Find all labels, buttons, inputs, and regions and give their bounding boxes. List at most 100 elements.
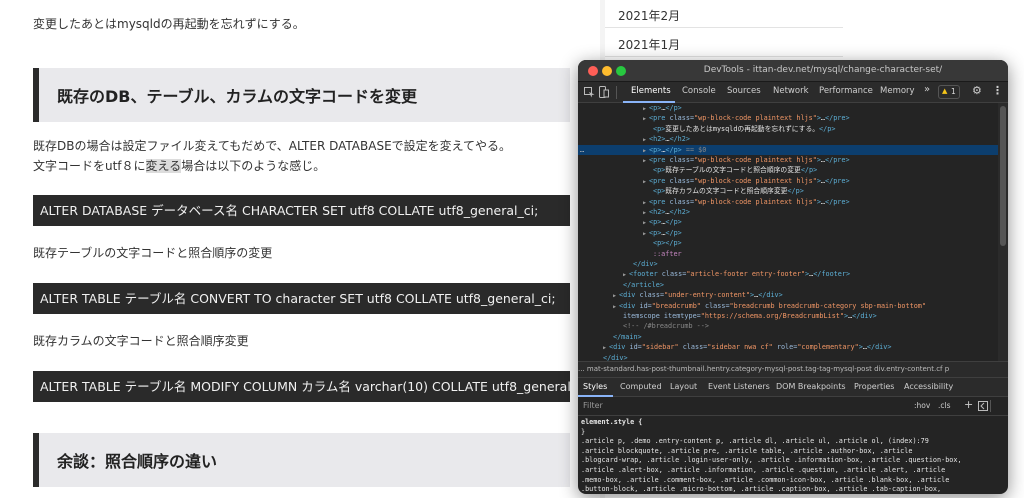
markup-token: </h2> — [669, 135, 690, 144]
dom-node-row[interactable]: ▶ <pre class="wp-block-code plaintext hl… — [578, 113, 998, 123]
dom-node-row[interactable]: ::after — [578, 249, 998, 259]
hover-state-toggle[interactable]: :hov — [914, 401, 930, 410]
css-rule-line[interactable]: } — [581, 428, 585, 437]
markup-token: "under-entry-content" — [664, 291, 750, 300]
markup-token: </footer> — [813, 270, 851, 279]
dom-node-row[interactable]: ▶ <pre class="wp-block-code plaintext hl… — [578, 176, 998, 186]
markup-token: <p> — [653, 239, 666, 248]
dom-node-row[interactable]: ▶ <p>…</p> — [578, 103, 998, 113]
css-rule-line[interactable]: .button-block, .article .micro-bottom, .… — [581, 485, 941, 494]
dom-node-row[interactable]: </div> — [578, 259, 998, 269]
subtab-event-listeners[interactable]: Event Listeners — [708, 382, 770, 391]
markup-token: <pre — [649, 156, 670, 164]
markup-token: "wp-block-code plaintext hljs" — [694, 176, 817, 185]
markup-token: <p> — [649, 218, 662, 227]
dom-node-row[interactable]: ▶ <div class="under-entry-content">…</di… — [578, 290, 998, 300]
subtab-dom-breakpoints[interactable]: DOM Breakpoints — [776, 382, 846, 391]
dom-node-markup: <p>既存テーブルの文字コードと照合順序の変更</p> — [653, 165, 817, 175]
css-rule-line[interactable]: element.style { — [581, 418, 642, 427]
markup-token: <div — [619, 291, 640, 300]
code-block: ALTER TABLE テーブル名 MODIFY COLUMN カラム名 var… — [33, 371, 570, 402]
dom-node-row[interactable]: </article> — [578, 280, 998, 290]
subtab-properties[interactable]: Properties — [854, 382, 894, 391]
dom-node-row[interactable]: <p>既存カラムの文字コードと照合順序変更</p> — [578, 186, 998, 196]
markup-token: <p> — [649, 228, 662, 237]
paragraph: 既存カラムの文字コードと照合順序変更 — [33, 334, 249, 348]
dom-node-row[interactable]: <p>変更したあとはmysqldの再起動を忘れずにする。</p> — [578, 124, 998, 134]
css-rule-line[interactable]: .article p, .demo .entry-content p, .art… — [581, 437, 929, 446]
markup-token: id= — [639, 301, 652, 310]
markup-token: </p> — [800, 166, 818, 175]
selected-text[interactable]: 変える — [145, 159, 182, 173]
add-rule-icon[interactable]: + — [964, 398, 973, 411]
markup-token: "sidebar" — [641, 343, 679, 352]
paragraph: 文字コードをutf８に変える場合は以下のような感じ。 — [33, 156, 325, 176]
devtools-window: DevTools - ittan-dev.net/mysql/change-ch… — [578, 60, 1008, 494]
tab-console[interactable]: Console — [682, 86, 716, 96]
dom-node-row[interactable]: ▶ <div id="sidebar" class="sidebar nwa c… — [578, 342, 998, 352]
dom-node-row[interactable]: ▶ <p>…</p> — [578, 228, 998, 238]
markup-token: "wp-block-code plaintext hljs" — [694, 156, 817, 164]
more-options-icon[interactable]: ⋮ — [992, 84, 1003, 97]
settings-gear-icon[interactable]: ⚙ — [972, 84, 982, 97]
close-window-button[interactable] — [588, 66, 598, 76]
css-rule-line[interactable]: .article .alert-box, .article .informati… — [581, 466, 945, 475]
node-actions-icon[interactable]: … — [580, 145, 584, 155]
markup-token: "wp-block-code plaintext hljs" — [694, 114, 817, 123]
tab-network[interactable]: Network — [773, 86, 809, 96]
archive-link[interactable]: 2021年1月 — [618, 36, 680, 53]
dom-node-row[interactable]: </div> — [578, 353, 998, 361]
markup-token: </pre> — [825, 114, 850, 123]
dom-node-row[interactable]: ▶ <div id="breadcrumb" class="breadcrumb… — [578, 301, 998, 311]
computed-sidebar-icon[interactable] — [978, 401, 988, 411]
dom-node-row[interactable]: ▶ <h2>…</h2> — [578, 207, 998, 217]
minimize-window-button[interactable] — [602, 66, 612, 76]
dom-node-row[interactable]: ▶ <pre class="wp-block-code plaintext hl… — [578, 197, 998, 207]
dom-node-row[interactable]: </main> — [578, 332, 998, 342]
css-rule-line[interactable]: .article blockquote, .article pre, .arti… — [581, 447, 912, 456]
markup-token: class= — [700, 301, 730, 310]
zoom-window-button[interactable] — [616, 66, 626, 76]
dom-breadcrumb[interactable]: ... mat-standard.has-post-thumbnail.hent… — [578, 361, 1008, 377]
markup-token: <footer — [629, 270, 662, 279]
device-toolbar-icon[interactable] — [599, 86, 609, 98]
dom-node-row[interactable]: ▶ <p>…</p> — [578, 217, 998, 227]
inspect-element-icon[interactable] — [584, 87, 595, 98]
tab-elements[interactable]: Elements — [631, 86, 671, 96]
filter-input[interactable]: Filter — [583, 401, 603, 410]
markup-token: "breadcrumb" — [651, 301, 701, 310]
class-toggle[interactable]: .cls — [938, 401, 951, 410]
css-rule-line[interactable]: .memo-box, .article .comment-box, .artic… — [581, 476, 949, 485]
dom-node-row[interactable]: … ▶ <p>…</p> == $0 — [578, 144, 998, 155]
dom-node-row[interactable]: ▶ <h2>…</h2> — [578, 134, 998, 144]
markup-token: role= — [772, 343, 798, 352]
markup-token: </pre> — [825, 176, 850, 185]
dom-tree[interactable]: ▶ <p>…</p> ▶ <pre class="wp-block-code pl… — [578, 103, 998, 361]
more-tabs-button[interactable]: » — [924, 84, 930, 95]
subtab-computed[interactable]: Computed — [620, 382, 662, 391]
dom-node-row[interactable]: <p></p> — [578, 238, 998, 248]
tab-sources[interactable]: Sources — [727, 86, 761, 96]
subtab-accessibility[interactable]: Accessibility — [904, 382, 953, 391]
devtools-titlebar[interactable]: DevTools - ittan-dev.net/mysql/change-ch… — [578, 60, 1008, 82]
dom-node-row[interactable]: <p>既存テーブルの文字コードと照合順序の変更</p> — [578, 165, 998, 175]
tab-performance[interactable]: Performance — [819, 86, 873, 96]
markup-token: id= — [629, 343, 642, 352]
divider — [990, 400, 991, 412]
scrollbar-thumb[interactable] — [1000, 106, 1006, 246]
article-content: 変更したあとはmysqldの再起動を忘れずにする。 既存のDB、テーブル、カラム… — [0, 0, 600, 498]
dom-node-row[interactable]: ▶ <footer class="article-footer entry-fo… — [578, 269, 998, 279]
css-rule-line[interactable]: .blogcard-wrap, .article .login-user-onl… — [581, 456, 962, 465]
section-heading: 余談：照合順序の違い — [33, 433, 570, 487]
warnings-badge[interactable]: ▲ 1 — [938, 85, 960, 99]
markup-token: "breadcrumb breadcrumb-category sbp-main… — [729, 301, 926, 310]
dom-node-row[interactable]: <!-- /#breadcrumb --> — [578, 321, 998, 331]
dom-node-row[interactable]: itemscope itemtype="https://schema.org/B… — [578, 311, 998, 321]
subtab-layout[interactable]: Layout — [670, 382, 697, 391]
dom-node-row[interactable]: ▶ <pre class="wp-block-code plaintext hl… — [578, 155, 998, 165]
window-title: DevTools - ittan-dev.net/mysql/change-ch… — [703, 65, 943, 75]
tab-memory[interactable]: Memory — [880, 86, 915, 96]
subtab-styles[interactable]: Styles — [583, 382, 607, 391]
markup-token: </p> — [665, 239, 682, 248]
archive-link[interactable]: 2021年2月 — [618, 7, 680, 24]
